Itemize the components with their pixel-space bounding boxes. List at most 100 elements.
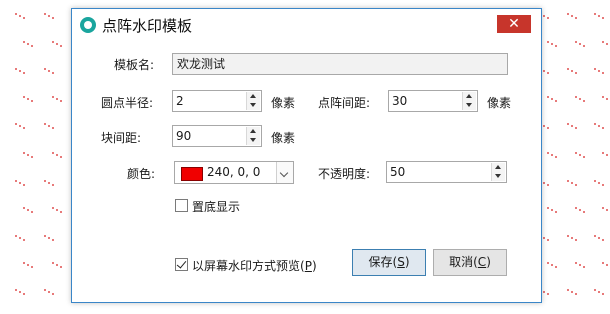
dot-radius-stepper[interactable]: 2 — [172, 90, 262, 112]
dialog-title: 点阵水印模板 — [102, 17, 193, 35]
watermark-dot — [44, 13, 46, 15]
watermark-dot — [575, 293, 577, 295]
watermark-dot — [571, 15, 573, 17]
dot-radius-unit: 像素 — [271, 96, 296, 110]
watermark-dot — [15, 68, 17, 70]
dot-spacing-unit: 像素 — [487, 96, 512, 110]
watermark-dot — [555, 156, 557, 158]
block-spacing-label: 块间距: — [101, 131, 142, 145]
on-bottom-checkbox[interactable] — [175, 199, 188, 212]
chevron-down-icon[interactable] — [247, 101, 260, 110]
watermark-dot — [19, 15, 21, 17]
chevron-down-icon[interactable] — [276, 162, 293, 183]
chevron-down-icon[interactable] — [247, 136, 260, 145]
preview-checkbox[interactable] — [175, 258, 188, 271]
block-spacing-unit: 像素 — [271, 131, 296, 145]
watermark-dot — [543, 237, 545, 239]
watermark-dot — [575, 127, 577, 129]
watermark-dot — [583, 266, 585, 268]
watermark-dot — [547, 152, 549, 154]
watermark-dot — [571, 291, 573, 293]
watermark-dot — [23, 96, 25, 98]
watermark-dot — [23, 17, 25, 19]
watermark-dot — [543, 182, 545, 184]
template-name-label: 模板名: — [114, 58, 155, 72]
dot-radius-label: 圆点半径: — [101, 96, 154, 110]
preview-label-text: 以屏幕水印方式预览( — [192, 259, 305, 273]
watermark-dot — [567, 68, 569, 70]
cancel-label-end: ) — [486, 255, 491, 269]
watermark-dot — [52, 262, 54, 264]
cancel-button[interactable]: 取消(C) — [433, 249, 507, 276]
watermark-dot — [594, 289, 596, 291]
watermark-dot — [60, 266, 62, 268]
watermark-dot — [19, 125, 21, 127]
watermark-dot — [52, 127, 54, 129]
watermark-dot — [551, 43, 553, 45]
watermark-dot — [56, 43, 58, 45]
watermark-dot — [52, 152, 54, 154]
watermark-dot — [15, 235, 17, 237]
watermark-dot — [594, 235, 596, 237]
watermark-dot — [547, 239, 549, 241]
watermark-dot — [606, 209, 608, 211]
watermark-dot — [19, 182, 21, 184]
watermark-dot — [551, 209, 553, 211]
watermark-dot — [23, 262, 25, 264]
title-bar[interactable]: 点阵水印模板 ✕ — [72, 9, 541, 39]
dot-spacing-value: 30 — [392, 94, 408, 108]
watermark-dot — [575, 262, 577, 264]
save-button[interactable]: 保存(S) — [352, 249, 426, 276]
watermark-dot — [606, 154, 608, 156]
watermark-dot — [551, 154, 553, 156]
watermark-dot — [575, 152, 577, 154]
color-label: 颜色: — [127, 167, 156, 181]
watermark-dot — [27, 98, 29, 100]
watermark-dot — [543, 291, 545, 293]
watermark-dot — [19, 237, 21, 239]
opacity-stepper[interactable]: 50 — [386, 161, 507, 183]
watermark-dot — [48, 237, 50, 239]
dot-spacing-stepper[interactable]: 30 — [388, 90, 478, 112]
on-bottom-label: 置底显示 — [192, 200, 241, 214]
watermark-dot — [571, 125, 573, 127]
watermark-dot — [23, 127, 25, 129]
watermark-dot — [547, 72, 549, 74]
watermark-dot — [44, 180, 46, 182]
watermark-dot — [602, 127, 604, 129]
watermark-dot — [555, 211, 557, 213]
watermark-dot — [48, 125, 50, 127]
watermark-dot — [602, 239, 604, 241]
watermark-dot — [606, 264, 608, 266]
save-label: 保存( — [368, 255, 398, 269]
watermark-dot — [598, 237, 600, 239]
watermark-dot — [31, 211, 33, 213]
block-spacing-stepper[interactable]: 90 — [172, 125, 262, 147]
watermark-dot — [602, 96, 604, 98]
app-logo-icon — [80, 17, 96, 33]
watermark-dot — [594, 180, 596, 182]
template-name-field[interactable]: 欢龙测试 — [172, 53, 508, 75]
watermark-dot — [31, 45, 33, 47]
chevron-down-icon[interactable] — [463, 101, 476, 110]
watermark-dot — [27, 264, 29, 266]
watermark-dot — [602, 207, 604, 209]
watermark-dot — [48, 70, 50, 72]
save-hotkey: S — [397, 255, 405, 269]
watermark-dot — [594, 13, 596, 15]
watermark-dot — [551, 264, 553, 266]
watermark-template-dialog: 点阵水印模板 ✕ 模板名: 欢龙测试 圆点半径: 2 像素 点阵间距: 30 像… — [71, 8, 542, 303]
watermark-dot — [606, 98, 608, 100]
watermark-dot — [575, 239, 577, 241]
watermark-dot — [579, 43, 581, 45]
close-button[interactable]: ✕ — [497, 15, 531, 33]
preview-hotkey: P — [304, 259, 312, 273]
watermark-dot — [52, 293, 54, 295]
watermark-dot — [575, 17, 577, 19]
chevron-down-icon[interactable] — [492, 172, 505, 181]
watermark-dot — [602, 41, 604, 43]
watermark-dot — [579, 154, 581, 156]
watermark-dot — [567, 180, 569, 182]
watermark-dot — [52, 72, 54, 74]
color-picker[interactable]: 240, 0, 0 — [174, 161, 294, 184]
